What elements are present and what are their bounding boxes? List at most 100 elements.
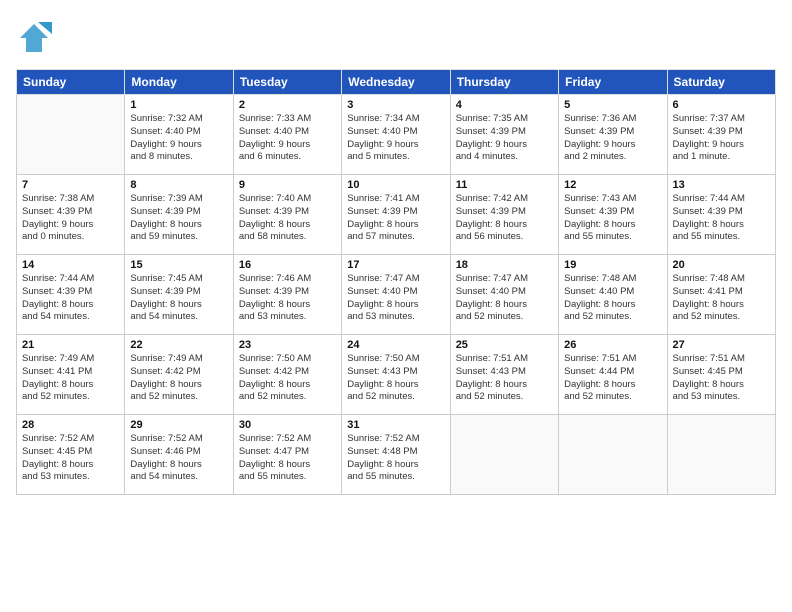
calendar-cell: 25 Sunrise: 7:51 AM Sunset: 4:43 PM Dayli… (450, 335, 558, 415)
day-info: Sunrise: 7:52 AM Sunset: 4:48 PM Dayligh… (347, 433, 444, 484)
calendar-cell (667, 415, 775, 495)
column-header-wednesday: Wednesday (342, 70, 450, 95)
day-number: 8 (130, 179, 227, 191)
calendar-cell: 26 Sunrise: 7:51 AM Sunset: 4:44 PM Dayli… (559, 335, 667, 415)
day-number: 30 (239, 419, 336, 431)
day-number: 1 (130, 99, 227, 111)
day-number: 11 (456, 179, 553, 191)
day-number: 18 (456, 259, 553, 271)
day-info: Sunrise: 7:32 AM Sunset: 4:40 PM Dayligh… (130, 113, 227, 164)
day-info: Sunrise: 7:41 AM Sunset: 4:39 PM Dayligh… (347, 193, 444, 244)
calendar-cell: 28 Sunrise: 7:52 AM Sunset: 4:45 PM Dayli… (17, 415, 125, 495)
day-number: 6 (673, 99, 770, 111)
day-info: Sunrise: 7:34 AM Sunset: 4:40 PM Dayligh… (347, 113, 444, 164)
day-info: Sunrise: 7:37 AM Sunset: 4:39 PM Dayligh… (673, 113, 770, 164)
logo-icon (16, 20, 52, 56)
calendar-cell: 7 Sunrise: 7:38 AM Sunset: 4:39 PM Daylig… (17, 175, 125, 255)
day-info: Sunrise: 7:50 AM Sunset: 4:42 PM Dayligh… (239, 353, 336, 404)
column-header-friday: Friday (559, 70, 667, 95)
calendar-cell: 20 Sunrise: 7:48 AM Sunset: 4:41 PM Dayli… (667, 255, 775, 335)
calendar-cell: 2 Sunrise: 7:33 AM Sunset: 4:40 PM Daylig… (233, 95, 341, 175)
day-number: 25 (456, 339, 553, 351)
column-header-thursday: Thursday (450, 70, 558, 95)
calendar-cell: 1 Sunrise: 7:32 AM Sunset: 4:40 PM Daylig… (125, 95, 233, 175)
day-number: 24 (347, 339, 444, 351)
day-number: 3 (347, 99, 444, 111)
day-info: Sunrise: 7:43 AM Sunset: 4:39 PM Dayligh… (564, 193, 661, 244)
day-info: Sunrise: 7:48 AM Sunset: 4:40 PM Dayligh… (564, 273, 661, 324)
day-number: 29 (130, 419, 227, 431)
calendar-cell: 15 Sunrise: 7:45 AM Sunset: 4:39 PM Dayli… (125, 255, 233, 335)
calendar-cell: 17Sunrise: 7:47 AM Sunset: 4:40 PM Dayli… (342, 255, 450, 335)
day-info: Sunrise: 7:42 AM Sunset: 4:39 PM Dayligh… (456, 193, 553, 244)
day-number: 10 (347, 179, 444, 191)
day-number: 13 (673, 179, 770, 191)
day-info: Sunrise: 7:44 AM Sunset: 4:39 PM Dayligh… (22, 273, 119, 324)
day-number: 7 (22, 179, 119, 191)
calendar-cell: 31 Sunrise: 7:52 AM Sunset: 4:48 PM Dayli… (342, 415, 450, 495)
column-header-monday: Monday (125, 70, 233, 95)
calendar-cell: 12 Sunrise: 7:43 AM Sunset: 4:39 PM Dayli… (559, 175, 667, 255)
calendar-cell: 29 Sunrise: 7:52 AM Sunset: 4:46 PM Dayli… (125, 415, 233, 495)
day-number: 23 (239, 339, 336, 351)
calendar-cell: 16Sunrise: 7:46 AM Sunset: 4:39 PM Dayli… (233, 255, 341, 335)
calendar-cell: 24 Sunrise: 7:50 AM Sunset: 4:43 PM Dayli… (342, 335, 450, 415)
day-number: 28 (22, 419, 119, 431)
calendar-cell (17, 95, 125, 175)
day-number: 21 (22, 339, 119, 351)
day-number: 31 (347, 419, 444, 431)
day-info: Sunrise: 7:51 AM Sunset: 4:44 PM Dayligh… (564, 353, 661, 404)
day-number: 14 (22, 259, 119, 271)
calendar-cell: 4Sunrise: 7:35 AM Sunset: 4:39 PM Daylig… (450, 95, 558, 175)
day-info: Sunrise: 7:45 AM Sunset: 4:39 PM Dayligh… (130, 273, 227, 324)
calendar-cell (450, 415, 558, 495)
calendar-cell: 11 Sunrise: 7:42 AM Sunset: 4:39 PM Dayli… (450, 175, 558, 255)
day-number: 4 (456, 99, 553, 111)
day-number: 17 (347, 259, 444, 271)
day-number: 20 (673, 259, 770, 271)
day-number: 5 (564, 99, 661, 111)
day-info: Sunrise: 7:50 AM Sunset: 4:43 PM Dayligh… (347, 353, 444, 404)
day-info: Sunrise: 7:52 AM Sunset: 4:45 PM Dayligh… (22, 433, 119, 484)
day-info: Sunrise: 7:49 AM Sunset: 4:41 PM Dayligh… (22, 353, 119, 404)
day-number: 22 (130, 339, 227, 351)
calendar-cell: 23 Sunrise: 7:50 AM Sunset: 4:42 PM Dayli… (233, 335, 341, 415)
calendar-cell: 30 Sunrise: 7:52 AM Sunset: 4:47 PM Dayli… (233, 415, 341, 495)
day-info: Sunrise: 7:33 AM Sunset: 4:40 PM Dayligh… (239, 113, 336, 164)
calendar-cell: 10 Sunrise: 7:41 AM Sunset: 4:39 PM Dayli… (342, 175, 450, 255)
day-number: 26 (564, 339, 661, 351)
day-info: Sunrise: 7:44 AM Sunset: 4:39 PM Dayligh… (673, 193, 770, 244)
day-info: Sunrise: 7:52 AM Sunset: 4:46 PM Dayligh… (130, 433, 227, 484)
day-number: 2 (239, 99, 336, 111)
day-info: Sunrise: 7:36 AM Sunset: 4:39 PM Dayligh… (564, 113, 661, 164)
logo (16, 20, 54, 61)
calendar-cell: 6 Sunrise: 7:37 AM Sunset: 4:39 PM Daylig… (667, 95, 775, 175)
calendar-cell: 19 Sunrise: 7:48 AM Sunset: 4:40 PM Dayli… (559, 255, 667, 335)
calendar-cell: 13 Sunrise: 7:44 AM Sunset: 4:39 PM Dayli… (667, 175, 775, 255)
column-header-sunday: Sunday (17, 70, 125, 95)
day-info: Sunrise: 7:52 AM Sunset: 4:47 PM Dayligh… (239, 433, 336, 484)
calendar-cell: 14 Sunrise: 7:44 AM Sunset: 4:39 PM Dayli… (17, 255, 125, 335)
day-info: Sunrise: 7:48 AM Sunset: 4:41 PM Dayligh… (673, 273, 770, 324)
day-number: 9 (239, 179, 336, 191)
day-number: 12 (564, 179, 661, 191)
calendar-table: SundayMondayTuesdayWednesdayThursdayFrid… (16, 69, 776, 495)
calendar-cell: 5 Sunrise: 7:36 AM Sunset: 4:39 PM Daylig… (559, 95, 667, 175)
day-info: Sunrise: 7:47 AM Sunset: 4:40 PM Dayligh… (456, 273, 553, 324)
calendar-cell: 8 Sunrise: 7:39 AM Sunset: 4:39 PM Daylig… (125, 175, 233, 255)
day-info: Sunrise: 7:39 AM Sunset: 4:39 PM Dayligh… (130, 193, 227, 244)
column-header-saturday: Saturday (667, 70, 775, 95)
day-number: 27 (673, 339, 770, 351)
calendar-cell: 22 Sunrise: 7:49 AM Sunset: 4:42 PM Dayli… (125, 335, 233, 415)
day-number: 19 (564, 259, 661, 271)
column-header-tuesday: Tuesday (233, 70, 341, 95)
day-info: Sunrise: 7:51 AM Sunset: 4:45 PM Dayligh… (673, 353, 770, 404)
day-info: Sunrise: 7:49 AM Sunset: 4:42 PM Dayligh… (130, 353, 227, 404)
day-number: 15 (130, 259, 227, 271)
day-info: Sunrise: 7:38 AM Sunset: 4:39 PM Dayligh… (22, 193, 119, 244)
calendar-cell: 18 Sunrise: 7:47 AM Sunset: 4:40 PM Dayli… (450, 255, 558, 335)
calendar-cell: 21 Sunrise: 7:49 AM Sunset: 4:41 PM Dayli… (17, 335, 125, 415)
calendar-cell: 9Sunrise: 7:40 AM Sunset: 4:39 PM Daylig… (233, 175, 341, 255)
day-info: Sunrise: 7:51 AM Sunset: 4:43 PM Dayligh… (456, 353, 553, 404)
day-number: 16 (239, 259, 336, 271)
